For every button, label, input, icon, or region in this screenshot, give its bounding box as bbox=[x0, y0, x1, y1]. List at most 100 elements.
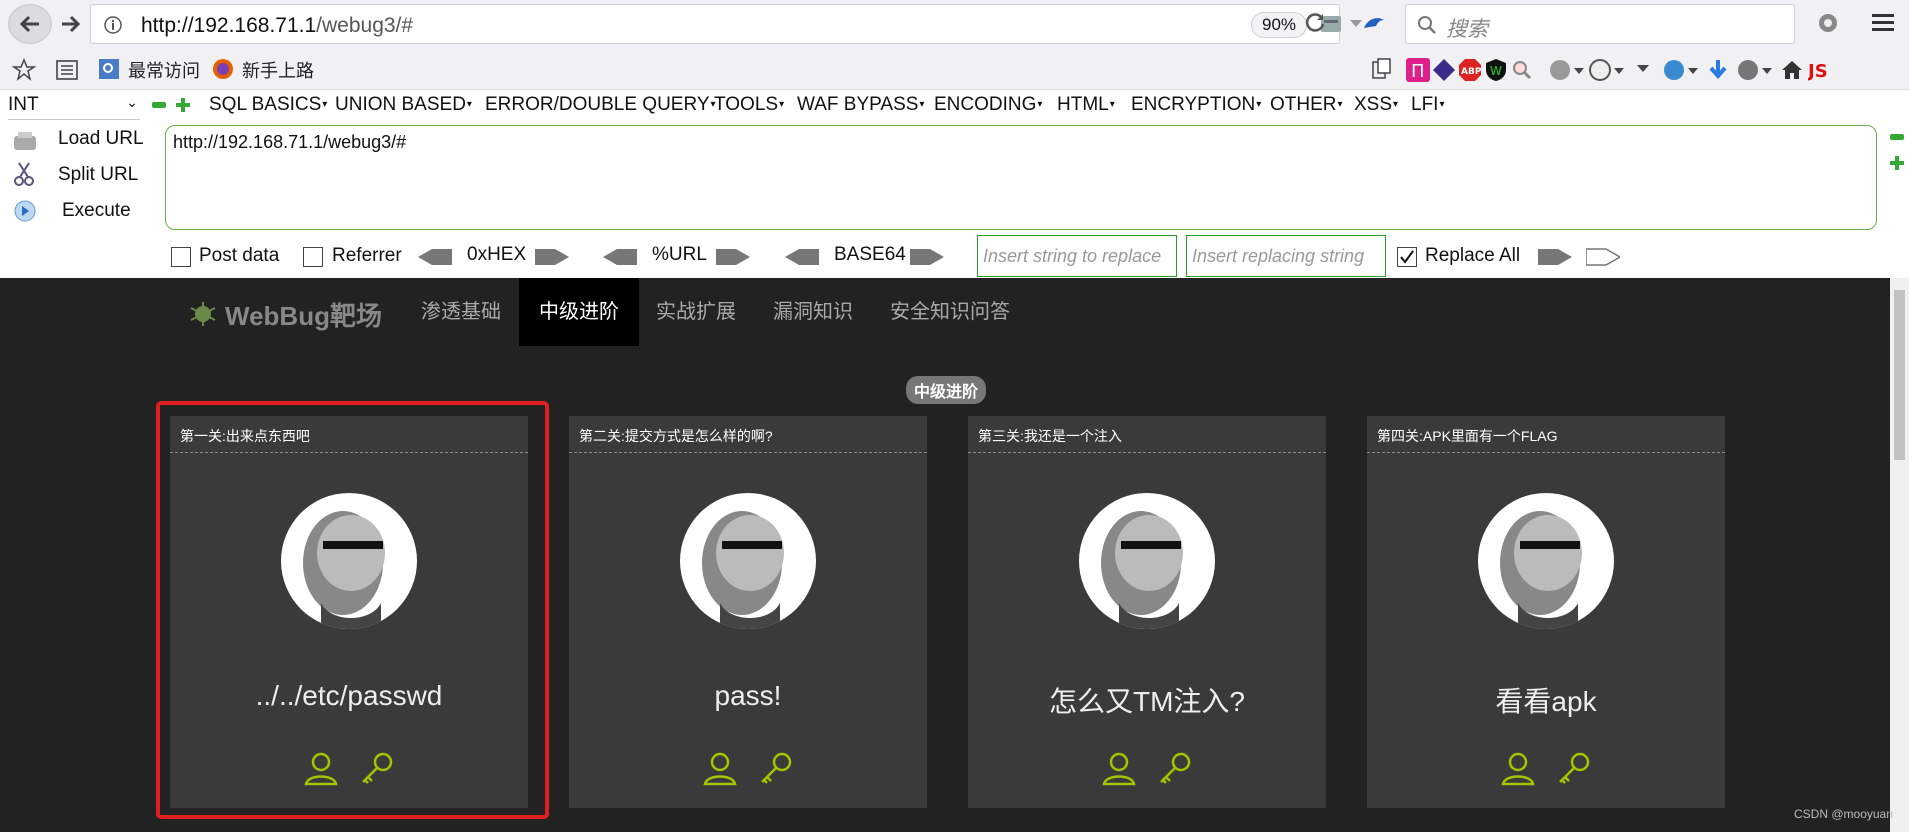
base64-encode-arrow-icon[interactable] bbox=[910, 248, 944, 266]
section-badge: 中级进阶 bbox=[906, 376, 987, 404]
replace-string-input[interactable]: Insert string to replace bbox=[977, 235, 1177, 277]
nav-item-intermediate[interactable]: 中级进阶 bbox=[519, 278, 639, 346]
adblock-plus-icon[interactable]: ABP bbox=[1458, 58, 1482, 82]
user-icon[interactable] bbox=[1500, 750, 1536, 786]
extensions-area: Π ABP W JS bbox=[1370, 58, 1900, 82]
url-text[interactable]: http://192.168.71.1/webug3/# bbox=[141, 14, 413, 38]
key-icon[interactable] bbox=[1157, 750, 1193, 786]
library-icon[interactable] bbox=[56, 60, 78, 80]
url-encode-arrow-icon[interactable] bbox=[716, 248, 750, 266]
ext-palette-icon[interactable] bbox=[1588, 58, 1624, 82]
avatar-face-icon bbox=[702, 511, 784, 629]
menu-html[interactable]: HTML bbox=[1057, 94, 1115, 116]
post-data-checkbox[interactable] bbox=[171, 247, 191, 267]
menu-lfi[interactable]: LFI bbox=[1411, 94, 1444, 116]
ext-pi-icon[interactable]: Π bbox=[1406, 58, 1430, 82]
menu-xss[interactable]: XSS bbox=[1354, 94, 1398, 116]
hex-decode-arrow-icon[interactable] bbox=[418, 248, 452, 266]
browser-chrome: http://192.168.71.1/webug3/# 90% 搜索 最常访问… bbox=[0, 0, 1909, 278]
replace-arrow-icon[interactable] bbox=[1538, 248, 1572, 266]
hackbar-url-textarea[interactable]: http://192.168.71.1/webug3/# bbox=[165, 125, 1877, 230]
menu-sql-basics[interactable]: SQL BASICS bbox=[209, 94, 327, 116]
menu-tools[interactable]: TOOLS bbox=[714, 94, 784, 116]
load-url-icon[interactable] bbox=[12, 130, 38, 152]
ext-search-icon[interactable] bbox=[1510, 58, 1534, 82]
replacing-string-input[interactable]: Insert replacing string bbox=[1186, 235, 1386, 277]
ext-profile-icon[interactable] bbox=[1736, 58, 1772, 82]
star-icon[interactable] bbox=[12, 58, 36, 82]
search-box[interactable]: 搜索 bbox=[1405, 4, 1795, 44]
ext-diamond-icon[interactable] bbox=[1432, 58, 1456, 82]
nav-item-label: 中级进阶 bbox=[539, 301, 619, 323]
download-icon[interactable] bbox=[1706, 58, 1730, 82]
nav-item-vuln-knowledge[interactable]: 漏洞知识 bbox=[753, 278, 873, 346]
minus-icon[interactable] bbox=[1890, 134, 1904, 142]
navigation-toolbar: http://192.168.71.1/webug3/# 90% 搜索 bbox=[0, 0, 1909, 48]
execute-icon[interactable] bbox=[14, 200, 36, 222]
svg-text:Π: Π bbox=[1411, 61, 1425, 82]
avatar bbox=[680, 493, 816, 629]
menu-other[interactable]: OTHER bbox=[1270, 94, 1343, 116]
zoom-level[interactable]: 90% bbox=[1251, 12, 1307, 38]
key-icon[interactable] bbox=[1556, 750, 1592, 786]
replace-string-placeholder: Insert string to replace bbox=[983, 246, 1162, 266]
reload-icon[interactable] bbox=[1304, 12, 1326, 34]
forward-arrow-icon bbox=[62, 15, 80, 33]
hamburger-menu-icon[interactable] bbox=[1872, 12, 1896, 34]
info-icon[interactable] bbox=[103, 15, 123, 35]
gear-icon[interactable] bbox=[1815, 10, 1841, 36]
key-icon[interactable] bbox=[758, 750, 794, 786]
avatar bbox=[1478, 493, 1614, 629]
address-bar[interactable]: http://192.168.71.1/webug3/# 90% bbox=[90, 4, 1362, 44]
execute-button[interactable]: Execute bbox=[62, 200, 131, 222]
nav-item-pentest-basics[interactable]: 渗透基础 bbox=[401, 278, 521, 346]
user-icon[interactable] bbox=[1101, 750, 1137, 786]
ext-shield-icon[interactable]: W bbox=[1484, 58, 1508, 82]
ext-globe-icon[interactable] bbox=[1548, 58, 1584, 82]
scissors-icon[interactable] bbox=[14, 162, 34, 186]
bookmark-most-visited[interactable]: 最常访问 bbox=[128, 57, 200, 83]
user-icon[interactable] bbox=[702, 750, 738, 786]
nav-item-practical[interactable]: 实战扩展 bbox=[636, 278, 756, 346]
url-path: /webug3/# bbox=[316, 14, 414, 37]
int-select[interactable]: INT ⌄ bbox=[8, 94, 140, 120]
referrer-checkbox[interactable] bbox=[303, 247, 323, 267]
scrollbar-thumb[interactable] bbox=[1894, 290, 1905, 460]
minus-icon[interactable] bbox=[152, 102, 166, 110]
page-copy-icon[interactable] bbox=[1370, 58, 1394, 82]
base64-decode-arrow-icon[interactable] bbox=[785, 248, 819, 266]
nav-item-security-qa[interactable]: 安全知识问答 bbox=[870, 278, 1030, 346]
avatar bbox=[1079, 493, 1215, 629]
home-icon[interactable] bbox=[1780, 58, 1804, 82]
menu-encoding[interactable]: ENCODING bbox=[934, 94, 1042, 116]
url-decode-arrow-icon[interactable] bbox=[603, 248, 637, 266]
bookmarks-toolbar: 最常访问 新手上路 Π ABP W JS bbox=[0, 48, 1909, 90]
addon-dolphin-icon[interactable] bbox=[1360, 10, 1388, 36]
level-card[interactable]: 第三关:我还是一个注入 怎么又TM注入? bbox=[968, 416, 1326, 808]
back-button[interactable] bbox=[8, 4, 52, 44]
replace-next-arrow-icon[interactable] bbox=[1586, 248, 1620, 266]
plus-icon[interactable] bbox=[176, 98, 190, 112]
plus-icon[interactable] bbox=[1890, 156, 1904, 170]
bookmark-search-icon[interactable] bbox=[98, 58, 120, 80]
menu-union-based[interactable]: UNION BASED bbox=[335, 94, 472, 116]
level-card[interactable]: 第四关:APK里面有一个FLAG 看看apk bbox=[1367, 416, 1725, 808]
ext-world-icon[interactable] bbox=[1662, 58, 1698, 82]
menu-error-double-query[interactable]: ERROR/DOUBLE QUERY bbox=[485, 94, 716, 116]
load-url-button[interactable]: Load URL bbox=[58, 128, 144, 150]
js-icon[interactable]: JS bbox=[1808, 58, 1832, 82]
back-arrow-icon bbox=[19, 15, 39, 33]
replace-all-checkbox[interactable] bbox=[1397, 247, 1417, 267]
menu-waf-bypass[interactable]: WAF BYPASS bbox=[797, 94, 924, 116]
firefox-icon bbox=[213, 59, 233, 79]
menu-encryption[interactable]: ENCRYPTION bbox=[1131, 94, 1261, 116]
card-divider bbox=[569, 452, 927, 453]
level-card[interactable]: 第二关:提交方式是怎么样的啊? pass! bbox=[569, 416, 927, 808]
split-url-button[interactable]: Split URL bbox=[58, 164, 138, 186]
forward-button[interactable] bbox=[56, 10, 84, 38]
bookmark-getting-started[interactable]: 新手上路 bbox=[242, 57, 314, 83]
hex-encode-arrow-icon[interactable] bbox=[535, 248, 569, 266]
chevron-down-icon[interactable] bbox=[1636, 64, 1650, 74]
site-logo[interactable]: WebBug靶场 bbox=[225, 296, 382, 333]
scrollbar[interactable] bbox=[1890, 278, 1909, 832]
